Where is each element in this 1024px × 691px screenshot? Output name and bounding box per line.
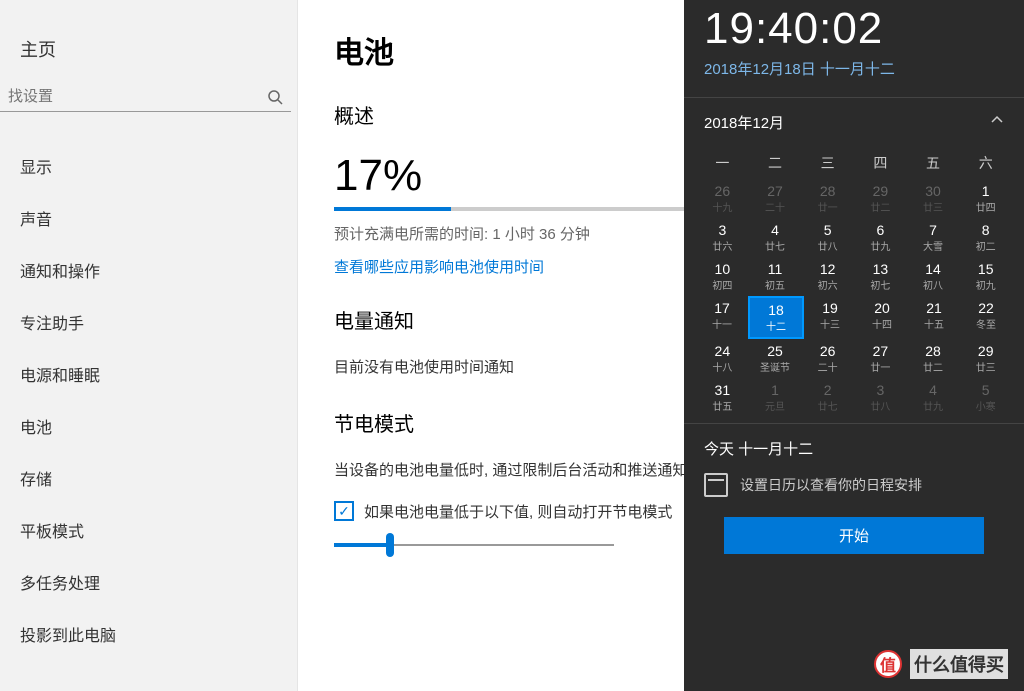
search-icon	[267, 89, 283, 105]
calendar-day[interactable]: 3廿八	[854, 378, 907, 417]
calendar-day[interactable]: 3廿六	[696, 218, 749, 257]
calendar-day[interactable]: 14初八	[907, 257, 960, 296]
calendar-day[interactable]: 29廿二	[854, 179, 907, 218]
sidebar-item[interactable]: 电源和睡眠	[0, 348, 297, 400]
calendar-day[interactable]: 4廿七	[749, 218, 802, 257]
watermark-badge: 值	[874, 650, 902, 678]
calendar-day[interactable]: 11初五	[749, 257, 802, 296]
calendar-day[interactable]: 18十二	[748, 296, 804, 339]
calendar-day[interactable]: 29廿三	[959, 339, 1012, 378]
sidebar-item[interactable]: 存储	[0, 452, 297, 504]
start-button[interactable]: 开始	[724, 517, 984, 554]
day-of-week-header: 一	[696, 149, 749, 179]
calendar-day[interactable]: 27二十	[749, 179, 802, 218]
calendar-day[interactable]: 4廿九	[907, 378, 960, 417]
sidebar-item[interactable]: 专注助手	[0, 296, 297, 348]
saver-checkbox-label: 如果电池电量低于以下值, 则自动打开节电模式	[364, 501, 672, 522]
calendar-day[interactable]: 24十八	[696, 339, 749, 378]
calendar-day[interactable]: 25圣诞节	[749, 339, 802, 378]
calendar-day[interactable]: 28廿一	[801, 179, 854, 218]
calendar-day[interactable]: 19十三	[804, 296, 856, 339]
sidebar-item[interactable]: 投影到此电脑	[0, 608, 297, 660]
calendar-icon	[704, 473, 728, 497]
threshold-slider[interactable]	[334, 544, 614, 546]
calendar-day[interactable]: 26二十	[801, 339, 854, 378]
calendar-day[interactable]: 13初七	[854, 257, 907, 296]
calendar-day[interactable]: 17十一	[696, 296, 748, 339]
calendar-day[interactable]: 1廿四	[959, 179, 1012, 218]
calendar-day[interactable]: 6廿九	[854, 218, 907, 257]
chevron-up-icon[interactable]	[990, 113, 1004, 132]
watermark: 值 什么值得买	[874, 649, 1008, 679]
day-of-week-header: 三	[801, 149, 854, 179]
calendar-day[interactable]: 27廿一	[854, 339, 907, 378]
calendar-month-label[interactable]: 2018年12月	[704, 112, 784, 133]
agenda-prompt: 设置日历以查看你的日程安排	[740, 475, 922, 495]
calendar-day[interactable]: 26十九	[696, 179, 749, 218]
clock-date[interactable]: 2018年12月18日 十一月十二	[684, 54, 1024, 97]
calendar-day[interactable]: 5小寒	[959, 378, 1012, 417]
clock-time: 19:40:02	[684, 0, 1024, 54]
calendar-day[interactable]: 31廿五	[696, 378, 749, 417]
search-box[interactable]	[0, 82, 291, 112]
calendar-day[interactable]: 7大雪	[907, 218, 960, 257]
settings-sidebar: 主页 显示声音通知和操作专注助手电源和睡眠电池存储平板模式多任务处理投影到此电脑	[0, 0, 298, 691]
calendar-grid: 一二三四五六 26十九27二十28廿一29廿二30廿三1廿四 3廿六4廿七5廿八6…	[684, 143, 1024, 423]
day-of-week-header: 六	[959, 149, 1012, 179]
sidebar-item[interactable]: 平板模式	[0, 504, 297, 556]
calendar-day[interactable]: 22冬至	[960, 296, 1012, 339]
calendar-day[interactable]: 5廿八	[801, 218, 854, 257]
calendar-flyout: 19:40:02 2018年12月18日 十一月十二 2018年12月 一二三四…	[684, 0, 1024, 691]
day-of-week-header: 五	[907, 149, 960, 179]
calendar-day[interactable]: 30廿三	[907, 179, 960, 218]
calendar-day[interactable]: 12初六	[801, 257, 854, 296]
calendar-day[interactable]: 8初二	[959, 218, 1012, 257]
sidebar-item[interactable]: 多任务处理	[0, 556, 297, 608]
day-of-week-header: 二	[749, 149, 802, 179]
sidebar-item[interactable]: 声音	[0, 192, 297, 244]
home-link[interactable]: 主页	[0, 28, 297, 82]
calendar-day[interactable]: 28廿二	[907, 339, 960, 378]
saver-checkbox[interactable]: ✓	[334, 501, 354, 521]
search-input[interactable]	[8, 88, 267, 105]
calendar-day[interactable]: 2廿七	[801, 378, 854, 417]
calendar-day[interactable]: 21十五	[908, 296, 960, 339]
watermark-text: 什么值得买	[910, 649, 1008, 679]
calendar-day[interactable]: 1元旦	[749, 378, 802, 417]
sidebar-item[interactable]: 电池	[0, 400, 297, 452]
day-of-week-header: 四	[854, 149, 907, 179]
calendar-day[interactable]: 10初四	[696, 257, 749, 296]
agenda-title: 今天 十一月十二	[704, 438, 1004, 459]
sidebar-item[interactable]: 通知和操作	[0, 244, 297, 296]
calendar-day[interactable]: 15初九	[959, 257, 1012, 296]
sidebar-item[interactable]: 显示	[0, 140, 297, 192]
calendar-day[interactable]: 20十四	[856, 296, 908, 339]
